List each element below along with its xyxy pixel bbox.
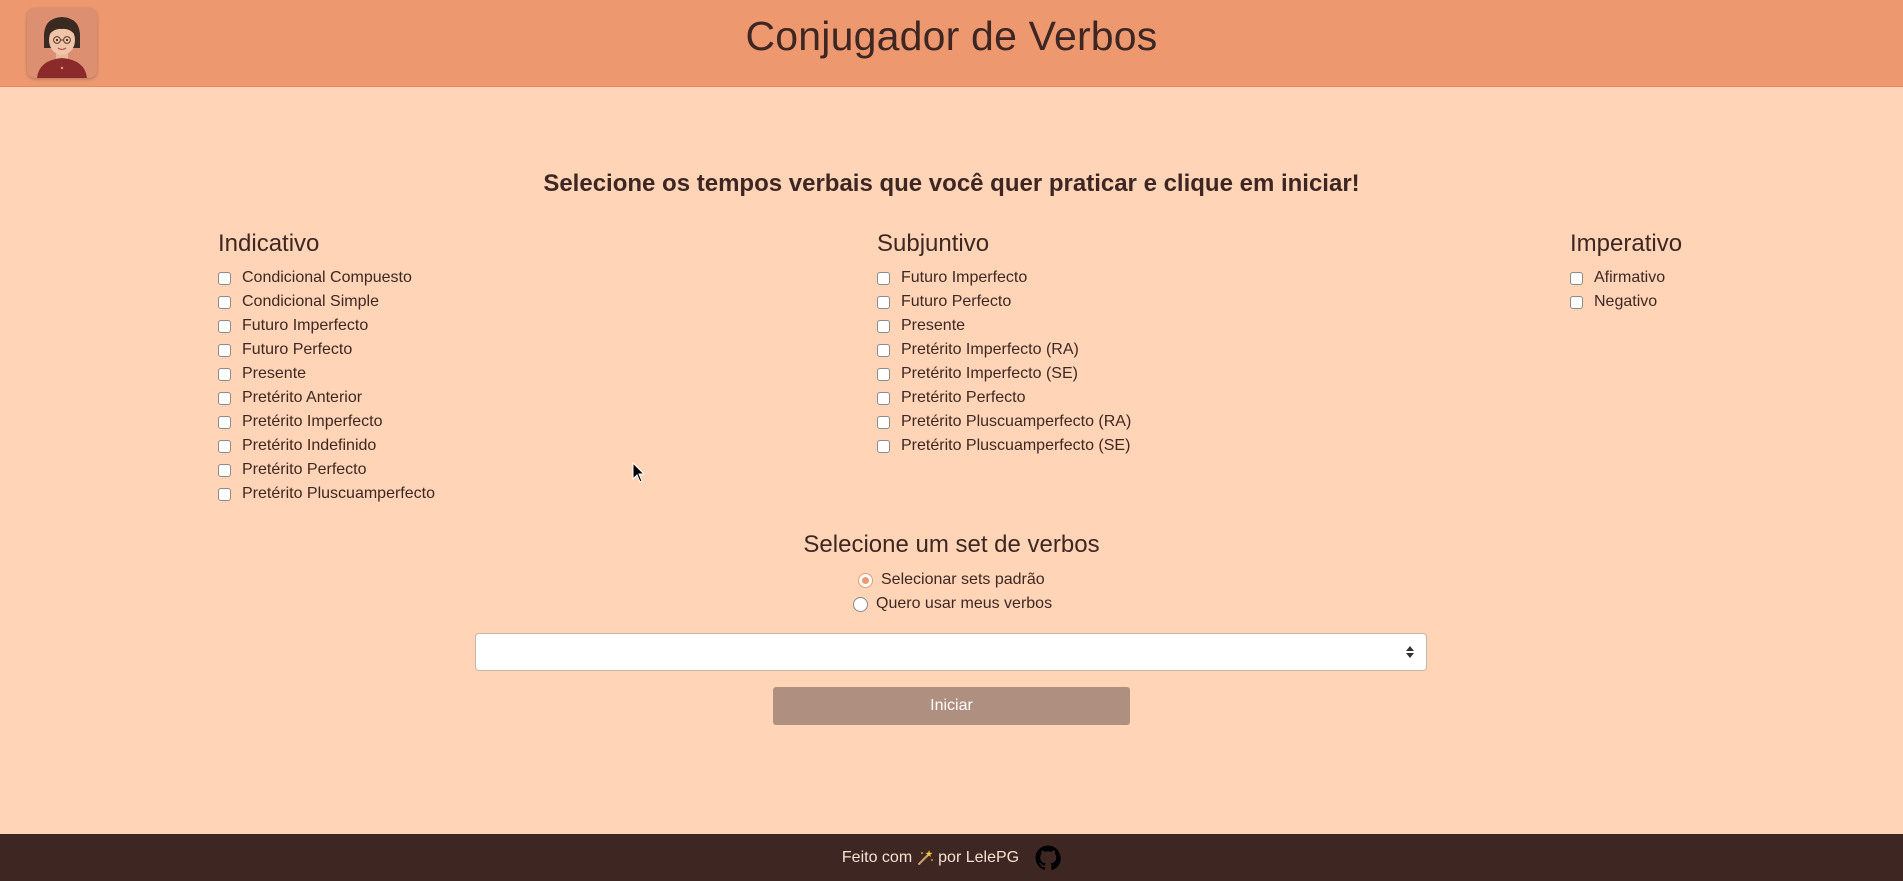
tense-option[interactable]: Pretérito Pluscuamperfecto (RA) [877, 410, 1131, 434]
checkbox[interactable] [1570, 271, 1583, 285]
tense-label: Futuro Imperfecto [242, 317, 369, 334]
magic-wand-icon [918, 849, 934, 865]
tense-option[interactable]: Pretérito Pluscuamperfecto [218, 482, 435, 506]
tense-label: Pretérito Anterior [242, 389, 363, 406]
instruction-text: Selecione os tempos verbais que você que… [543, 170, 1360, 197]
verb-set-select[interactable] [475, 633, 1427, 671]
tense-label: Pretérito Perfecto [242, 461, 367, 478]
checkbox[interactable] [1570, 295, 1583, 309]
tense-option[interactable]: Pretérito Imperfecto [218, 410, 435, 434]
radio-button-checked[interactable] [858, 572, 873, 588]
footer-text: Feito com [841, 848, 913, 866]
tense-label: Negativo [1594, 293, 1658, 310]
verb-set-radio-group: Selecionar sets padrão Quero usar meus v… [853, 568, 1052, 616]
tense-option[interactable]: Pretérito Perfecto [877, 386, 1131, 410]
mouse-cursor-icon [632, 462, 646, 483]
tense-label: Pretérito Imperfecto (RA) [901, 341, 1079, 358]
checkbox[interactable] [877, 391, 890, 405]
checkbox[interactable] [218, 391, 231, 405]
checkbox[interactable] [877, 367, 890, 381]
footer: Feito com por LelePG [0, 834, 1903, 881]
tense-option[interactable]: Presente [877, 314, 1131, 338]
radio-my-verbs[interactable]: Quero usar meus verbos [853, 592, 1052, 616]
tense-label: Presente [901, 317, 966, 334]
tense-option[interactable]: Pretérito Indefinido [218, 434, 435, 458]
tense-label: Pretérito Pluscuamperfecto (SE) [901, 437, 1131, 454]
start-button[interactable]: Iniciar [773, 687, 1130, 725]
tense-option[interactable]: Futuro Perfecto [877, 290, 1131, 314]
checkbox[interactable] [218, 319, 231, 333]
tense-label: Condicional Simple [242, 293, 379, 310]
select-arrows-icon [1406, 646, 1414, 658]
tense-label: Pretérito Imperfecto (SE) [901, 365, 1078, 382]
tense-option[interactable]: Negativo [1570, 290, 1682, 314]
tense-label: Presente [242, 365, 307, 382]
group-imperativo: Imperativo Afirmativo Negativo [1570, 230, 1682, 314]
group-title-imperativo: Imperativo [1570, 230, 1683, 257]
github-icon[interactable] [1035, 845, 1061, 871]
checkbox[interactable] [218, 343, 231, 357]
checkbox[interactable] [218, 367, 231, 381]
tense-option[interactable]: Afirmativo [1570, 266, 1682, 290]
tense-option[interactable]: Condicional Simple [218, 290, 435, 314]
checkbox[interactable] [218, 487, 231, 501]
tense-option[interactable]: Pretérito Imperfecto (SE) [877, 362, 1131, 386]
group-indicativo: Indicativo Condicional Compuesto Condici… [218, 230, 435, 506]
tense-label: Pretérito Imperfecto [242, 413, 383, 430]
checkbox[interactable] [877, 295, 890, 309]
footer-author: por LelePG [938, 848, 1020, 866]
group-title-subjuntivo: Subjuntivo [877, 230, 990, 257]
app-header: Conjugador de Verbos [0, 0, 1903, 87]
tense-option[interactable]: Pretérito Pluscuamperfecto (SE) [877, 434, 1131, 458]
tense-label: Futuro Perfecto [901, 293, 1012, 310]
checkbox[interactable] [218, 271, 231, 285]
radio-label: Selecionar sets padrão [881, 571, 1045, 588]
tense-label: Futuro Perfecto [242, 341, 353, 358]
tense-option[interactable]: Pretérito Perfecto [218, 458, 435, 482]
tense-label: Condicional Compuesto [242, 269, 412, 286]
checkbox[interactable] [877, 319, 890, 333]
radio-label: Quero usar meus verbos [876, 595, 1053, 612]
radio-button[interactable] [853, 596, 868, 612]
tense-option[interactable]: Futuro Perfecto [218, 338, 435, 362]
verb-set-title: Selecione um set de verbos [803, 531, 1100, 558]
tense-label: Pretérito Pluscuamperfecto [242, 485, 435, 502]
tense-label: Afirmativo [1594, 269, 1666, 286]
tense-label: Pretérito Perfecto [901, 389, 1026, 406]
checkbox[interactable] [218, 295, 231, 309]
checkbox[interactable] [218, 439, 231, 453]
checkbox[interactable] [218, 463, 231, 477]
radio-default-sets[interactable]: Selecionar sets padrão [858, 568, 1052, 592]
tense-option[interactable]: Condicional Compuesto [218, 266, 435, 290]
tense-label: Pretérito Indefinido [242, 437, 377, 454]
tense-label: Pretérito Pluscuamperfecto (RA) [901, 413, 1132, 430]
tense-option[interactable]: Futuro Imperfecto [218, 314, 435, 338]
checkbox[interactable] [877, 271, 890, 285]
tense-option[interactable]: Futuro Imperfecto [877, 266, 1131, 290]
group-subjuntivo: Subjuntivo Futuro Imperfecto Futuro Perf… [877, 230, 1131, 458]
tense-label: Futuro Imperfecto [901, 269, 1028, 286]
tense-option[interactable]: Pretérito Imperfecto (RA) [877, 338, 1131, 362]
checkbox[interactable] [877, 439, 890, 453]
page-title: Conjugador de Verbos [745, 13, 1158, 59]
checkbox[interactable] [218, 415, 231, 429]
tense-option[interactable]: Pretérito Anterior [218, 386, 435, 410]
group-title-indicativo: Indicativo [218, 230, 320, 257]
tense-option[interactable]: Presente [218, 362, 435, 386]
checkbox[interactable] [877, 415, 890, 429]
checkbox[interactable] [877, 343, 890, 357]
